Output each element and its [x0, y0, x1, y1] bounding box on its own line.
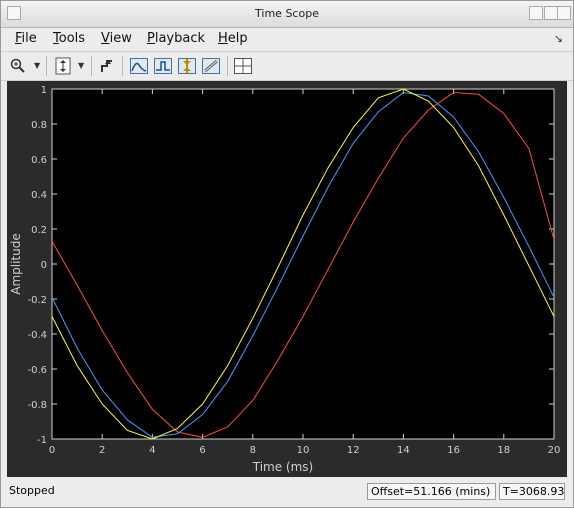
- y-tick-label: 1: [41, 85, 47, 96]
- x-tick-label: 10: [297, 445, 310, 456]
- dropdown-arrow-icon[interactable]: ▼: [34, 61, 40, 70]
- menu-file[interactable]: File: [15, 31, 37, 46]
- menu-bar: File Tools View Playback Help ↘: [1, 28, 573, 50]
- y-tick-label: 0.2: [31, 225, 47, 236]
- scope-display: -1 -0.8 -0.6 -0.4 -0.2 0 0.2 0.4 0.6 0.8 1 0 2 4 6 8 10…: [7, 81, 567, 477]
- toolbar-separator: [46, 56, 47, 76]
- x-tick-label: 16: [447, 445, 460, 456]
- bilevel-icon[interactable]: [152, 55, 174, 77]
- toolbar-separator: [91, 56, 92, 76]
- undock-icon[interactable]: ↘: [554, 32, 563, 45]
- x-tick-label: 8: [250, 445, 256, 456]
- x-tick-label: 0: [49, 445, 55, 456]
- peak-finder-icon[interactable]: [128, 55, 150, 77]
- cursor-icon[interactable]: [176, 55, 198, 77]
- window-title: Time Scope: [255, 7, 319, 20]
- y-tick-label: -0.4: [27, 330, 47, 341]
- close-button[interactable]: [557, 6, 571, 20]
- status-bar: Stopped Offset=51.166 (mins) T=3068.93: [1, 481, 573, 507]
- scope-chart[interactable]: -1 -0.8 -0.6 -0.4 -0.2 0 0.2 0.4 0.6 0.8 1 0 2 4 6 8 10…: [7, 81, 567, 477]
- y-tick-label: 0.8: [31, 120, 47, 131]
- y-tick-label: 0: [41, 260, 47, 271]
- sim-time: T=3068.93: [499, 483, 565, 500]
- y-tick-label: -0.8: [27, 400, 47, 411]
- y-tick-label: -1: [37, 435, 47, 446]
- x-tick-label: 12: [347, 445, 360, 456]
- autoscale-icon[interactable]: [52, 55, 74, 77]
- x-tick-label: 18: [497, 445, 510, 456]
- maximize-button[interactable]: [544, 6, 558, 20]
- run-state: Stopped: [9, 484, 55, 497]
- minimize-button[interactable]: [529, 6, 543, 20]
- axes-background: [51, 88, 555, 440]
- x-tick-label: 14: [397, 445, 410, 456]
- time-scope-window: Time Scope File Tools View Playback Help…: [0, 0, 574, 508]
- x-tick-label: 2: [99, 445, 105, 456]
- toolbar: ▼ ▼: [1, 51, 573, 81]
- layout-icon[interactable]: [232, 55, 254, 77]
- y-tick-label: 0.4: [31, 190, 47, 201]
- x-tick-label: 20: [548, 445, 561, 456]
- trigger-icon[interactable]: [96, 55, 118, 77]
- title-bar[interactable]: Time Scope: [1, 1, 573, 28]
- y-tick-label: -0.2: [27, 295, 47, 306]
- toolbar-separator: [122, 56, 123, 76]
- toolbar-separator: [227, 56, 228, 76]
- x-axis-label: Time (ms): [252, 460, 314, 474]
- menu-playback[interactable]: Playback: [147, 31, 205, 46]
- y-axis-label: Amplitude: [9, 233, 23, 295]
- menu-tools[interactable]: Tools: [53, 31, 85, 46]
- menu-help[interactable]: Help: [218, 31, 248, 46]
- x-tick-label: 4: [149, 445, 155, 456]
- dropdown-arrow-icon[interactable]: ▼: [78, 61, 84, 70]
- x-tick-label: 6: [199, 445, 205, 456]
- y-tick-label: 0.6: [31, 155, 47, 166]
- y-tick-label: -0.6: [27, 365, 47, 376]
- measure-icon[interactable]: [200, 55, 222, 77]
- menu-view[interactable]: View: [101, 31, 132, 46]
- zoom-icon[interactable]: [7, 55, 29, 77]
- time-offset: Offset=51.166 (mins): [367, 483, 496, 500]
